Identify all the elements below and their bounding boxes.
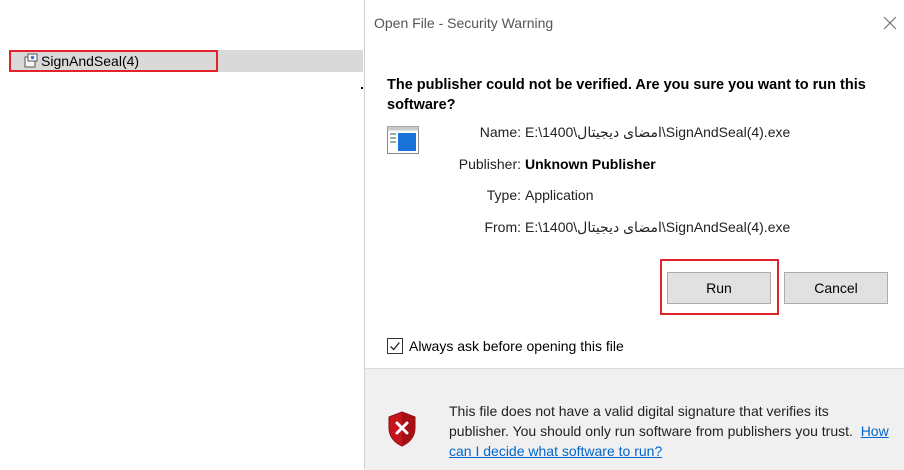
- warning-text: This file does not have a valid digital …: [449, 401, 889, 461]
- name-value: E:\1400\امضای دیجیتال\SignAndSeal(4).exe: [525, 124, 791, 140]
- cancel-button[interactable]: Cancel: [784, 272, 888, 304]
- type-value: Application: [525, 187, 594, 203]
- installer-file-icon: [24, 53, 38, 68]
- shield-error-icon: [388, 411, 416, 447]
- always-ask-label[interactable]: Always ask before opening this file: [409, 338, 624, 354]
- dialog-heading: The publisher could not be verified. Are…: [387, 77, 866, 113]
- close-icon[interactable]: [883, 16, 897, 30]
- from-value: E:\1400\امضای دیجیتال\SignAndSeal(4).exe: [525, 219, 791, 235]
- name-label: Name:: [479, 124, 521, 140]
- publisher-value: Unknown Publisher: [525, 156, 656, 172]
- run-button[interactable]: Run: [667, 272, 771, 304]
- file-name[interactable]: SignAndSeal(4): [41, 52, 139, 70]
- always-ask-checkbox[interactable]: [387, 338, 403, 354]
- warning-footer: This file does not have a valid digital …: [365, 368, 904, 470]
- type-label: Type:: [486, 187, 521, 203]
- warning-message: This file does not have a valid digital …: [449, 403, 853, 439]
- from-label: From:: [484, 219, 521, 235]
- dialog-title: Open File - Security Warning: [374, 15, 554, 31]
- cursor-dot: [361, 87, 363, 89]
- security-warning-dialog: Open File - Security Warning The publish…: [364, 0, 904, 470]
- publisher-label: Publisher:: [458, 156, 521, 172]
